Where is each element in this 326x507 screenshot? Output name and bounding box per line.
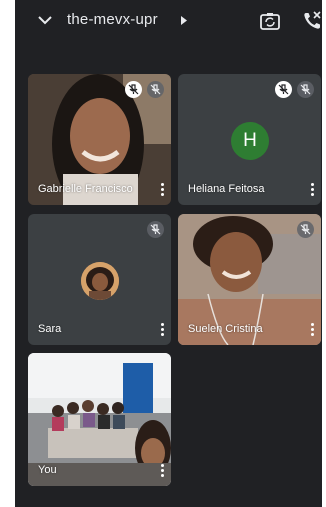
presenter-muted-icon (275, 81, 292, 98)
mic-off-icon (297, 81, 314, 98)
switch-camera-icon[interactable] (260, 12, 280, 30)
participant-tile[interactable]: Suelen Cristina (178, 214, 321, 345)
chevron-down-icon[interactable] (37, 12, 53, 28)
more-options-icon[interactable] (311, 183, 315, 197)
mic-off-icon (147, 221, 164, 238)
participant-tile[interactable]: H Heliana Feitosa (178, 74, 321, 205)
more-options-icon[interactable] (161, 323, 165, 337)
participant-name: Heliana Feitosa (188, 183, 265, 195)
avatar (81, 262, 119, 300)
meeting-code[interactable]: the-mevx-upr (67, 11, 158, 28)
participant-name: Gabrielle Francisco (38, 183, 133, 195)
mic-off-icon (297, 221, 314, 238)
self-tile[interactable]: You (28, 353, 171, 486)
top-bar: the-mevx-upr (15, 0, 322, 42)
meet-screen: the-mevx-upr Gabrielle Francisco H Helia… (15, 0, 322, 507)
phone-hangup-icon[interactable] (303, 11, 321, 30)
avatar: H (231, 122, 269, 160)
participant-name: Sara (38, 323, 62, 335)
more-options-icon[interactable] (161, 464, 165, 478)
caret-right-icon[interactable] (181, 16, 187, 25)
mic-off-icon (147, 81, 164, 98)
participant-name: You (38, 464, 57, 476)
participant-tile[interactable]: Gabrielle Francisco (28, 74, 171, 205)
presenter-muted-icon (125, 81, 142, 98)
participant-tile[interactable]: Sara (28, 214, 171, 345)
more-options-icon[interactable] (311, 323, 315, 337)
participant-name: Suelen Cristina (188, 323, 263, 335)
more-options-icon[interactable] (161, 183, 165, 197)
